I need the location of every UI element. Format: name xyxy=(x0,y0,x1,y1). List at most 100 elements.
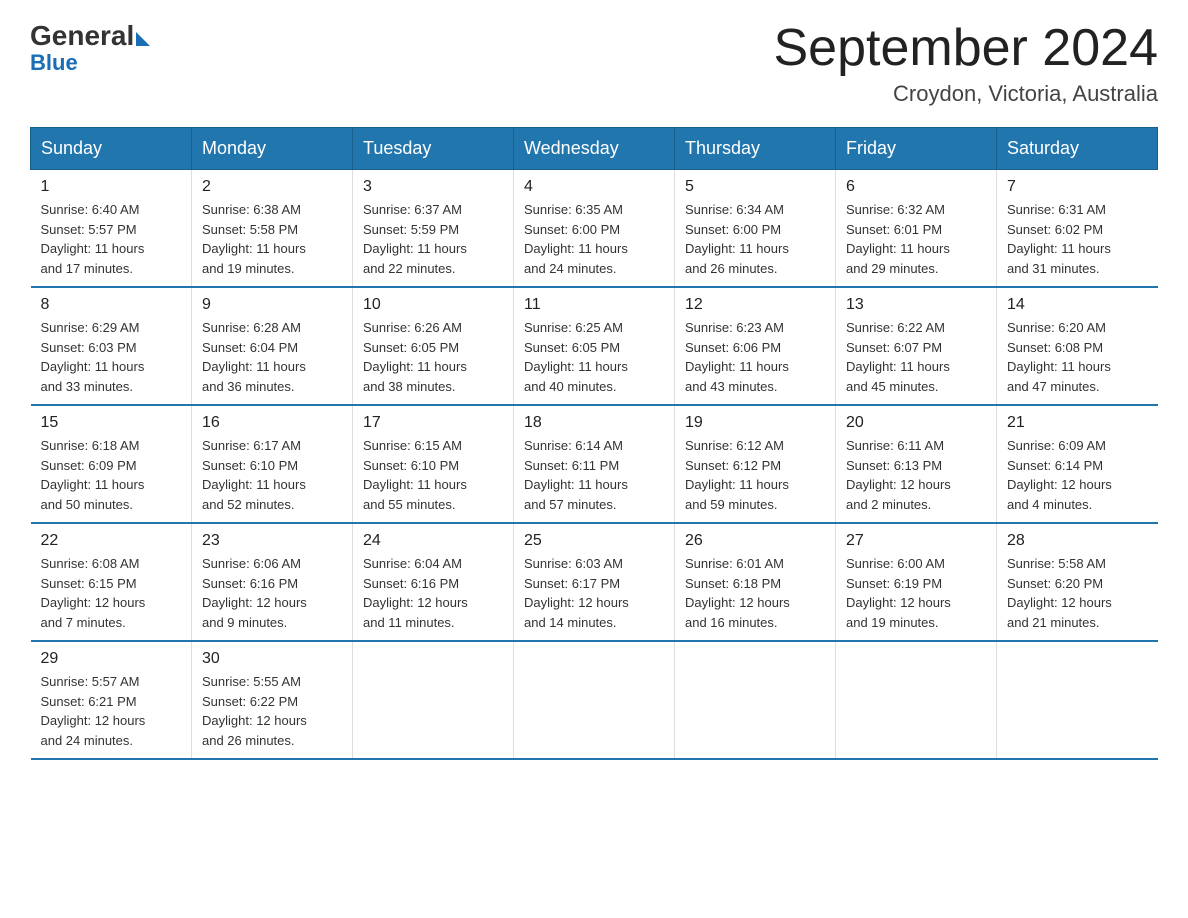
day-info: Sunrise: 6:09 AM Sunset: 6:14 PM Dayligh… xyxy=(1007,436,1148,514)
table-row: 10 Sunrise: 6:26 AM Sunset: 6:05 PM Dayl… xyxy=(353,287,514,405)
table-row: 22 Sunrise: 6:08 AM Sunset: 6:15 PM Dayl… xyxy=(31,523,192,641)
day-info: Sunrise: 6:32 AM Sunset: 6:01 PM Dayligh… xyxy=(846,200,986,278)
day-info: Sunrise: 5:58 AM Sunset: 6:20 PM Dayligh… xyxy=(1007,554,1148,632)
table-row xyxy=(997,641,1158,759)
table-row: 9 Sunrise: 6:28 AM Sunset: 6:04 PM Dayli… xyxy=(192,287,353,405)
table-row xyxy=(353,641,514,759)
table-row: 30 Sunrise: 5:55 AM Sunset: 6:22 PM Dayl… xyxy=(192,641,353,759)
table-row: 24 Sunrise: 6:04 AM Sunset: 6:16 PM Dayl… xyxy=(353,523,514,641)
day-info: Sunrise: 6:40 AM Sunset: 5:57 PM Dayligh… xyxy=(41,200,182,278)
table-row: 23 Sunrise: 6:06 AM Sunset: 6:16 PM Dayl… xyxy=(192,523,353,641)
table-row: 28 Sunrise: 5:58 AM Sunset: 6:20 PM Dayl… xyxy=(997,523,1158,641)
day-number: 22 xyxy=(41,532,182,550)
day-number: 24 xyxy=(363,532,503,550)
day-number: 20 xyxy=(846,414,986,432)
day-number: 15 xyxy=(41,414,182,432)
calendar-body: 1 Sunrise: 6:40 AM Sunset: 5:57 PM Dayli… xyxy=(31,170,1158,760)
header-friday: Friday xyxy=(836,128,997,170)
day-number: 17 xyxy=(363,414,503,432)
day-number: 26 xyxy=(685,532,825,550)
day-info: Sunrise: 6:15 AM Sunset: 6:10 PM Dayligh… xyxy=(363,436,503,514)
calendar-header: Sunday Monday Tuesday Wednesday Thursday… xyxy=(31,128,1158,170)
day-info: Sunrise: 6:17 AM Sunset: 6:10 PM Dayligh… xyxy=(202,436,342,514)
day-number: 19 xyxy=(685,414,825,432)
page-header: General Blue September 2024 Croydon, Vic… xyxy=(30,20,1158,107)
day-number: 23 xyxy=(202,532,342,550)
logo: General Blue xyxy=(30,20,150,76)
table-row: 1 Sunrise: 6:40 AM Sunset: 5:57 PM Dayli… xyxy=(31,170,192,288)
table-row: 17 Sunrise: 6:15 AM Sunset: 6:10 PM Dayl… xyxy=(353,405,514,523)
day-number: 13 xyxy=(846,296,986,314)
day-number: 11 xyxy=(524,296,664,314)
day-number: 29 xyxy=(41,650,182,668)
table-row: 2 Sunrise: 6:38 AM Sunset: 5:58 PM Dayli… xyxy=(192,170,353,288)
day-info: Sunrise: 6:22 AM Sunset: 6:07 PM Dayligh… xyxy=(846,318,986,396)
day-info: Sunrise: 6:11 AM Sunset: 6:13 PM Dayligh… xyxy=(846,436,986,514)
table-row xyxy=(514,641,675,759)
table-row: 14 Sunrise: 6:20 AM Sunset: 6:08 PM Dayl… xyxy=(997,287,1158,405)
day-number: 28 xyxy=(1007,532,1148,550)
day-info: Sunrise: 6:31 AM Sunset: 6:02 PM Dayligh… xyxy=(1007,200,1148,278)
day-info: Sunrise: 6:23 AM Sunset: 6:06 PM Dayligh… xyxy=(685,318,825,396)
day-info: Sunrise: 6:34 AM Sunset: 6:00 PM Dayligh… xyxy=(685,200,825,278)
location-text: Croydon, Victoria, Australia xyxy=(774,81,1159,107)
table-row: 19 Sunrise: 6:12 AM Sunset: 6:12 PM Dayl… xyxy=(675,405,836,523)
day-number: 1 xyxy=(41,178,182,196)
table-row: 25 Sunrise: 6:03 AM Sunset: 6:17 PM Dayl… xyxy=(514,523,675,641)
header-tuesday: Tuesday xyxy=(353,128,514,170)
calendar-table: Sunday Monday Tuesday Wednesday Thursday… xyxy=(30,127,1158,760)
day-number: 18 xyxy=(524,414,664,432)
day-info: Sunrise: 6:12 AM Sunset: 6:12 PM Dayligh… xyxy=(685,436,825,514)
day-number: 6 xyxy=(846,178,986,196)
day-info: Sunrise: 6:18 AM Sunset: 6:09 PM Dayligh… xyxy=(41,436,182,514)
table-row: 5 Sunrise: 6:34 AM Sunset: 6:00 PM Dayli… xyxy=(675,170,836,288)
table-row: 11 Sunrise: 6:25 AM Sunset: 6:05 PM Dayl… xyxy=(514,287,675,405)
table-row: 12 Sunrise: 6:23 AM Sunset: 6:06 PM Dayl… xyxy=(675,287,836,405)
header-thursday: Thursday xyxy=(675,128,836,170)
day-info: Sunrise: 6:14 AM Sunset: 6:11 PM Dayligh… xyxy=(524,436,664,514)
table-row: 15 Sunrise: 6:18 AM Sunset: 6:09 PM Dayl… xyxy=(31,405,192,523)
day-number: 5 xyxy=(685,178,825,196)
day-info: Sunrise: 6:38 AM Sunset: 5:58 PM Dayligh… xyxy=(202,200,342,278)
table-row: 21 Sunrise: 6:09 AM Sunset: 6:14 PM Dayl… xyxy=(997,405,1158,523)
day-number: 27 xyxy=(846,532,986,550)
table-row: 7 Sunrise: 6:31 AM Sunset: 6:02 PM Dayli… xyxy=(997,170,1158,288)
day-number: 16 xyxy=(202,414,342,432)
month-title: September 2024 xyxy=(774,20,1159,77)
day-info: Sunrise: 5:57 AM Sunset: 6:21 PM Dayligh… xyxy=(41,672,182,750)
header-saturday: Saturday xyxy=(997,128,1158,170)
day-number: 2 xyxy=(202,178,342,196)
day-number: 14 xyxy=(1007,296,1148,314)
table-row xyxy=(836,641,997,759)
day-info: Sunrise: 6:01 AM Sunset: 6:18 PM Dayligh… xyxy=(685,554,825,632)
day-number: 4 xyxy=(524,178,664,196)
table-row: 26 Sunrise: 6:01 AM Sunset: 6:18 PM Dayl… xyxy=(675,523,836,641)
logo-blue-text: Blue xyxy=(30,50,150,76)
header-monday: Monday xyxy=(192,128,353,170)
day-info: Sunrise: 5:55 AM Sunset: 6:22 PM Dayligh… xyxy=(202,672,342,750)
day-info: Sunrise: 6:06 AM Sunset: 6:16 PM Dayligh… xyxy=(202,554,342,632)
table-row xyxy=(675,641,836,759)
logo-general-text: General xyxy=(30,20,134,52)
day-info: Sunrise: 6:20 AM Sunset: 6:08 PM Dayligh… xyxy=(1007,318,1148,396)
day-number: 10 xyxy=(363,296,503,314)
day-info: Sunrise: 6:29 AM Sunset: 6:03 PM Dayligh… xyxy=(41,318,182,396)
day-info: Sunrise: 6:08 AM Sunset: 6:15 PM Dayligh… xyxy=(41,554,182,632)
day-info: Sunrise: 6:28 AM Sunset: 6:04 PM Dayligh… xyxy=(202,318,342,396)
table-row: 13 Sunrise: 6:22 AM Sunset: 6:07 PM Dayl… xyxy=(836,287,997,405)
day-info: Sunrise: 6:37 AM Sunset: 5:59 PM Dayligh… xyxy=(363,200,503,278)
title-area: September 2024 Croydon, Victoria, Austra… xyxy=(774,20,1159,107)
day-number: 25 xyxy=(524,532,664,550)
table-row: 27 Sunrise: 6:00 AM Sunset: 6:19 PM Dayl… xyxy=(836,523,997,641)
logo-triangle-icon xyxy=(136,32,150,46)
table-row: 16 Sunrise: 6:17 AM Sunset: 6:10 PM Dayl… xyxy=(192,405,353,523)
day-info: Sunrise: 6:04 AM Sunset: 6:16 PM Dayligh… xyxy=(363,554,503,632)
day-number: 9 xyxy=(202,296,342,314)
table-row: 20 Sunrise: 6:11 AM Sunset: 6:13 PM Dayl… xyxy=(836,405,997,523)
day-info: Sunrise: 6:03 AM Sunset: 6:17 PM Dayligh… xyxy=(524,554,664,632)
header-sunday: Sunday xyxy=(31,128,192,170)
table-row: 6 Sunrise: 6:32 AM Sunset: 6:01 PM Dayli… xyxy=(836,170,997,288)
day-info: Sunrise: 6:25 AM Sunset: 6:05 PM Dayligh… xyxy=(524,318,664,396)
header-wednesday: Wednesday xyxy=(514,128,675,170)
day-number: 30 xyxy=(202,650,342,668)
